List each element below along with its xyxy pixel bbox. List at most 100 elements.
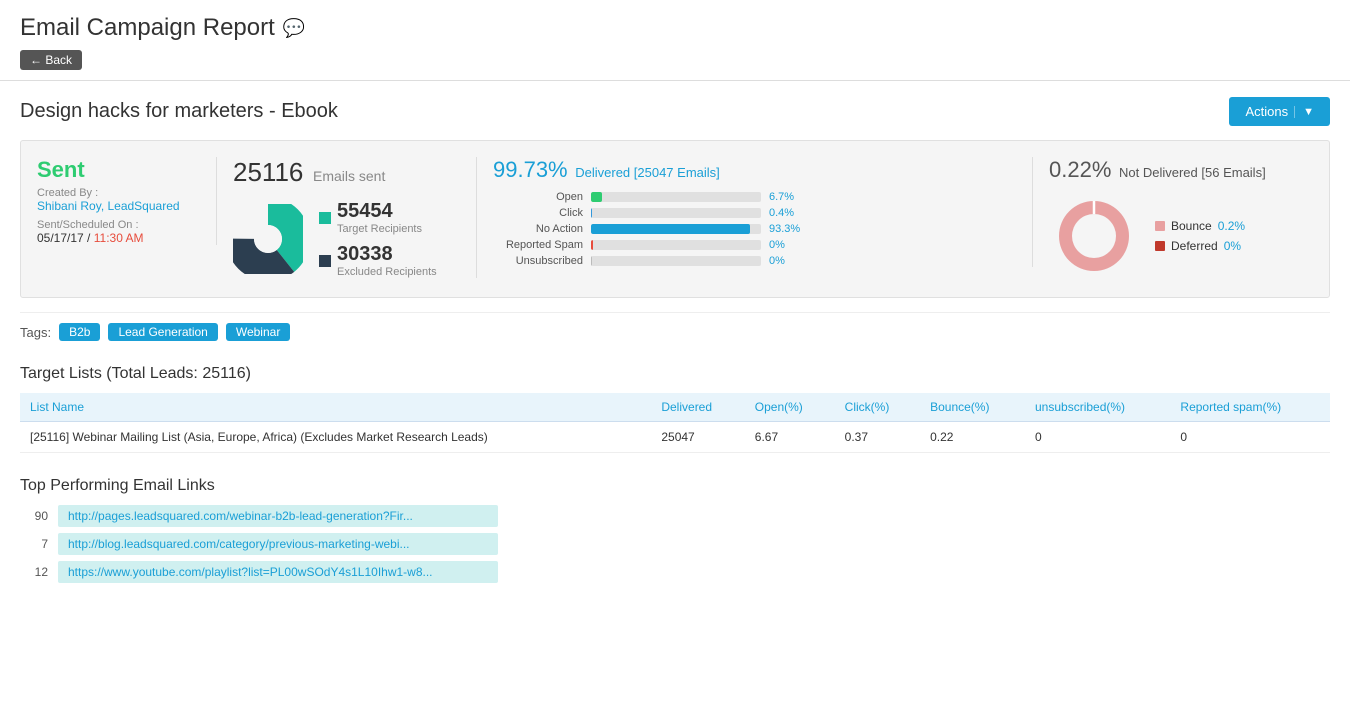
not-delivered-text: Not Delivered [56 Emails]	[1119, 165, 1266, 180]
campaign-title: Design hacks for marketers - Ebook	[20, 100, 338, 123]
link-row-2: 7 http://blog.leadsquared.com/category/p…	[20, 533, 1330, 555]
target-recipients-count: 55454	[337, 200, 422, 223]
open-fill	[591, 192, 602, 202]
col-bounce-pct: Bounce(%)	[920, 393, 1025, 422]
unsub-track	[591, 256, 761, 266]
sent-on-label: Sent/Scheduled On :	[37, 219, 200, 231]
deferred-val: 0%	[1224, 239, 1241, 253]
no-action-fill	[591, 224, 750, 234]
page-header: Email Campaign Report 💬 ← Back	[0, 0, 1350, 81]
cell-list-name: [25116] Webinar Mailing List (Asia, Euro…	[20, 422, 651, 453]
click-pct: 0.4%	[769, 207, 805, 219]
sent-time: 11:30 AM	[94, 231, 144, 245]
not-delivered-pct: 0.22%	[1049, 157, 1111, 182]
top-links-section: Top Performing Email Links 90 http://pag…	[20, 477, 1330, 583]
deferred-legend-item: Deferred 0%	[1155, 239, 1245, 253]
legend-items: Bounce 0.2% Deferred 0%	[1155, 219, 1245, 253]
link-row-3: 12 https://www.youtube.com/playlist?list…	[20, 561, 1330, 583]
click-label: Click	[493, 207, 583, 219]
delivered-header: 99.73% Delivered [25047 Emails]	[493, 157, 1016, 183]
link-url-1[interactable]: http://pages.leadsquared.com/webinar-b2b…	[58, 505, 498, 527]
link-url-2[interactable]: http://blog.leadsquared.com/category/pre…	[58, 533, 498, 555]
cell-delivered: 25047	[651, 422, 744, 453]
tags-row: Tags: B2b Lead Generation Webinar	[20, 312, 1330, 351]
unsub-fill	[591, 256, 592, 266]
campaign-header: Design hacks for marketers - Ebook Actio…	[20, 97, 1330, 126]
col-click-pct: Click(%)	[835, 393, 920, 422]
created-by-label: Created By :	[37, 187, 200, 199]
col-list-name: List Name	[20, 393, 651, 422]
open-track	[591, 192, 761, 202]
click-track	[591, 208, 761, 218]
cell-open-pct: 6.67	[745, 422, 835, 453]
sent-on-value: 05/17/17 / 11:30 AM	[37, 231, 200, 245]
spam-fill	[591, 240, 593, 250]
no-action-label: No Action	[493, 223, 583, 235]
dark-dot	[319, 255, 331, 267]
main-content: Design hacks for marketers - Ebook Actio…	[0, 81, 1350, 623]
actions-button[interactable]: Actions ▼	[1229, 97, 1330, 126]
target-lists-title: Target Lists (Total Leads: 25116)	[20, 365, 1330, 383]
page-title: Email Campaign Report 💬	[20, 14, 1330, 42]
click-fill	[591, 208, 592, 218]
chat-icon: 💬	[283, 18, 305, 39]
bounce-val: 0.2%	[1218, 219, 1245, 233]
tag-b2b[interactable]: B2b	[59, 323, 100, 341]
excluded-recipients-count: 30338	[337, 243, 437, 266]
bounce-legend-item: Bounce 0.2%	[1155, 219, 1245, 233]
cell-click-pct: 0.37	[835, 422, 920, 453]
emails-sent-section: 25116 Emails sent 55454 Target	[217, 157, 477, 278]
recipients-list: 55454 Target Recipients 30338 Excluded R…	[319, 200, 437, 278]
donut-chart	[1049, 191, 1139, 281]
no-action-bar-row: No Action 93.3%	[493, 223, 1016, 235]
cell-spam-pct: 0	[1170, 422, 1330, 453]
click-bar-row: Click 0.4%	[493, 207, 1016, 219]
sent-section: Sent Created By : Shibani Roy, LeadSquar…	[37, 157, 217, 245]
pie-chart	[233, 204, 303, 274]
target-lists-table: List Name Delivered Open(%) Click(%) Bou…	[20, 393, 1330, 453]
spam-label: Reported Spam	[493, 239, 583, 251]
emails-sent-number: 25116	[233, 157, 303, 187]
stats-box: Sent Created By : Shibani Roy, LeadSquar…	[20, 140, 1330, 298]
col-delivered: Delivered	[651, 393, 744, 422]
page-title-text: Email Campaign Report	[20, 14, 275, 42]
tag-webinar[interactable]: Webinar	[226, 323, 290, 341]
tag-lead-generation[interactable]: Lead Generation	[108, 323, 217, 341]
target-lists: Target Lists (Total Leads: 25116) List N…	[20, 365, 1330, 453]
excluded-recipients-item: 30338 Excluded Recipients	[319, 243, 437, 278]
no-action-track	[591, 224, 761, 234]
delivered-pct: 99.73%	[493, 157, 568, 182]
deferred-dot	[1155, 241, 1165, 251]
col-open-pct: Open(%)	[745, 393, 835, 422]
link-url-3[interactable]: https://www.youtube.com/playlist?list=PL…	[58, 561, 498, 583]
link-count-1: 90	[20, 509, 48, 523]
bounce-dot	[1155, 221, 1165, 231]
sent-label: Sent	[37, 157, 200, 183]
not-delivered-header: 0.22% Not Delivered [56 Emails]	[1049, 157, 1297, 183]
emails-sent-header: 25116 Emails sent	[233, 157, 460, 188]
table-header: List Name Delivered Open(%) Click(%) Bou…	[20, 393, 1330, 422]
back-label: ← Back	[30, 53, 72, 67]
link-row-1: 90 http://pages.leadsquared.com/webinar-…	[20, 505, 1330, 527]
bar-rows: Open 6.7% Click 0.4% No Action	[493, 191, 1016, 267]
open-bar-row: Open 6.7%	[493, 191, 1016, 203]
bounce-label: Bounce	[1171, 219, 1212, 233]
table-body: [25116] Webinar Mailing List (Asia, Euro…	[20, 422, 1330, 453]
tags-label: Tags:	[20, 325, 51, 340]
delivered-section: 99.73% Delivered [25047 Emails] Open 6.7…	[477, 157, 1033, 267]
created-by-name: Shibani Roy, LeadSquared	[37, 199, 200, 213]
teal-dot	[319, 212, 331, 224]
emails-sent-label: Emails sent	[313, 168, 385, 184]
open-pct: 6.7%	[769, 191, 805, 203]
link-count-2: 7	[20, 537, 48, 551]
excluded-recipients-label: Excluded Recipients	[337, 266, 437, 278]
no-action-pct: 93.3%	[769, 223, 805, 235]
back-button[interactable]: ← Back	[20, 50, 82, 70]
spam-bar-row: Reported Spam 0%	[493, 239, 1016, 251]
not-delivered-section: 0.22% Not Delivered [56 Emails] Bounce 0…	[1033, 157, 1313, 281]
pie-recipients: 55454 Target Recipients 30338 Excluded R…	[233, 200, 460, 278]
target-recipients-label: Target Recipients	[337, 223, 422, 235]
unsub-label: Unsubscribed	[493, 255, 583, 267]
cell-bounce-pct: 0.22	[920, 422, 1025, 453]
donut-legend: Bounce 0.2% Deferred 0%	[1049, 191, 1297, 281]
